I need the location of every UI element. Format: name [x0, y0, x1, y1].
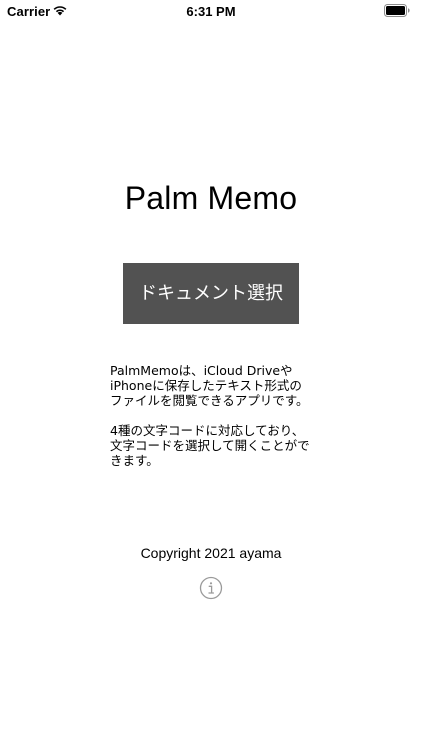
description-text-1: PalmMemoは、iCloud Driveや iPhoneに保存したテキスト形…: [110, 363, 309, 408]
info-button[interactable]: [199, 576, 223, 600]
info-icon: [199, 576, 223, 600]
description-paragraph-2: 4種の文字コードに対応しており、 文字コードを選択して開くことがで きます。: [110, 423, 320, 468]
description-paragraph-1: PalmMemoは、iCloud Driveや iPhoneに保存したテキスト形…: [110, 363, 320, 408]
battery-icon: [384, 4, 410, 17]
app-title: Palm Memo: [124, 180, 298, 216]
app-description: PalmMemoは、iCloud Driveや iPhoneに保存したテキスト形…: [110, 363, 320, 468]
description-text-2: 4種の文字コードに対応しており、 文字コードを選択して開くことがで きます。: [110, 423, 310, 468]
status-bar: Carrier 6:31 PM: [0, 0, 422, 24]
clock: 6:31 PM: [186, 4, 236, 19]
select-document-button[interactable]: ドキュメント選択: [123, 263, 299, 324]
copyright-text: Copyright 2021 ayama: [140, 545, 282, 561]
